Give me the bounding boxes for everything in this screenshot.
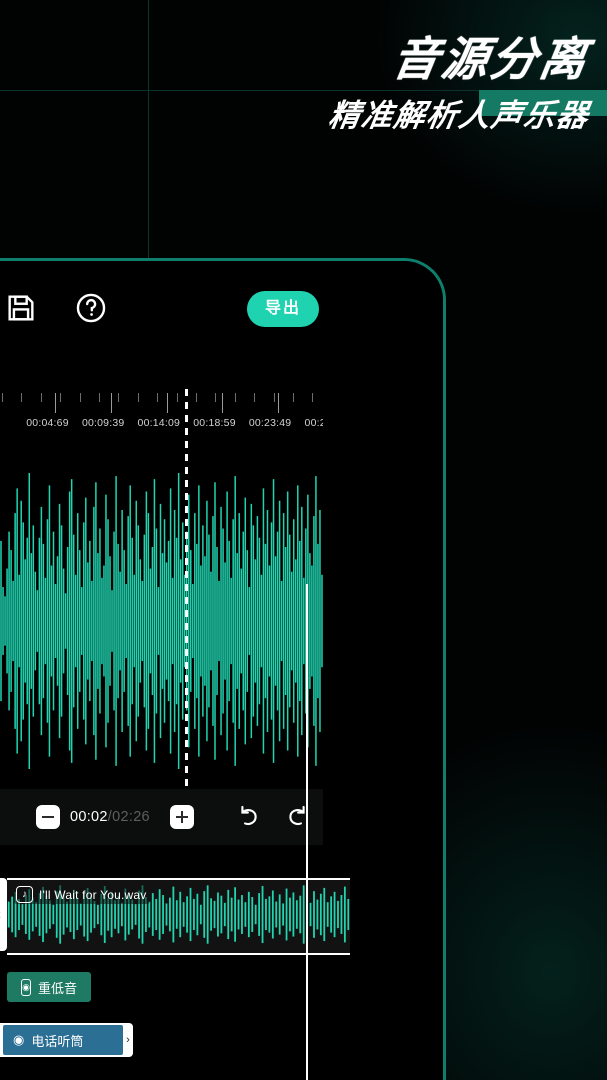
ruler-label: 00:28:19: [304, 417, 323, 429]
chip-body[interactable]: ◉ 电话听筒: [3, 1025, 123, 1055]
ruler-label: 00:18:59: [193, 417, 236, 429]
ruler-label: 00:14:09: [137, 417, 181, 429]
current-time: 00:02: [70, 809, 108, 825]
speaker-icon: ◉: [21, 978, 31, 996]
ruler-label: 00:09:39: [81, 417, 125, 429]
export-button[interactable]: 导出: [246, 291, 319, 327]
save-icon[interactable]: [4, 291, 40, 327]
app-toolbar: 导出: [0, 273, 323, 345]
chip-bass[interactable]: ◉ 重低音: [7, 972, 91, 1002]
main-waveform[interactable]: [0, 457, 323, 785]
chip-label: 电话听筒: [31, 1033, 84, 1049]
undo-icon[interactable]: [234, 803, 262, 831]
zoom-out-button[interactable]: [36, 805, 60, 829]
time-display: 00:02/02:26: [70, 805, 150, 829]
total-time: 02:26: [112, 809, 150, 825]
selected-clip[interactable]: ‹ ♪ I'll Wait for You.wav: [0, 878, 350, 955]
chip-label: 重低音: [37, 980, 77, 996]
ruler-ticks: [0, 393, 323, 415]
zoom-in-button[interactable]: [170, 805, 194, 829]
headline-wrap: 音源分离: [389, 33, 607, 116]
clip-label: I'll Wait for You.wav: [39, 887, 147, 902]
help-icon[interactable]: [74, 291, 110, 327]
phone-frame: 导出 00:04:69 00:09:39 00:14:09 00:18:59 00:23…: [0, 258, 446, 1080]
clip-header: ♪ I'll Wait for You.wav: [14, 885, 151, 904]
screenshot-root: 音源分离 精准解析人声乐器 导出 00:04:69 00:09:39 00:14…: [0, 0, 607, 1080]
ruler-label: 00:04:69: [26, 417, 69, 429]
playhead-dashed[interactable]: [185, 389, 188, 789]
chip-telephone[interactable]: ‹ ◉ 电话听筒 ›: [0, 1023, 133, 1057]
transport-bar: 00:02/02:26: [0, 789, 323, 845]
clip-body[interactable]: ♪ I'll Wait for You.wav: [7, 878, 350, 955]
background-grid-vertical: [148, 0, 149, 260]
promo-headline: 音源分离: [388, 33, 594, 85]
phone-screen: 导出 00:04:69 00:09:39 00:14:09 00:18:59 00:23…: [0, 261, 443, 1080]
ruler-label: 00:23:49: [248, 417, 292, 429]
clip-handle-left[interactable]: ‹: [0, 878, 7, 951]
playhead-solid[interactable]: [306, 584, 308, 1080]
promo-subhead: 精准解析人声乐器: [326, 98, 592, 133]
speaker-icon: ◉: [13, 1032, 25, 1047]
track-area: I'll Wait.wav ‹ ♪ I'll Wait for You.wav …: [0, 845, 443, 1080]
music-note-icon: ♪: [16, 886, 33, 903]
ruler-labels: 00:04:69 00:09:39 00:14:09 00:18:59 00:23:49…: [0, 417, 323, 437]
timeline-ruler[interactable]: 00:04:69 00:09:39 00:14:09 00:18:59 00:23:49…: [0, 393, 323, 445]
chip-handle-right[interactable]: ›: [123, 1034, 133, 1046]
promo-text-block: 音源分离 精准解析人声乐器: [326, 33, 607, 133]
